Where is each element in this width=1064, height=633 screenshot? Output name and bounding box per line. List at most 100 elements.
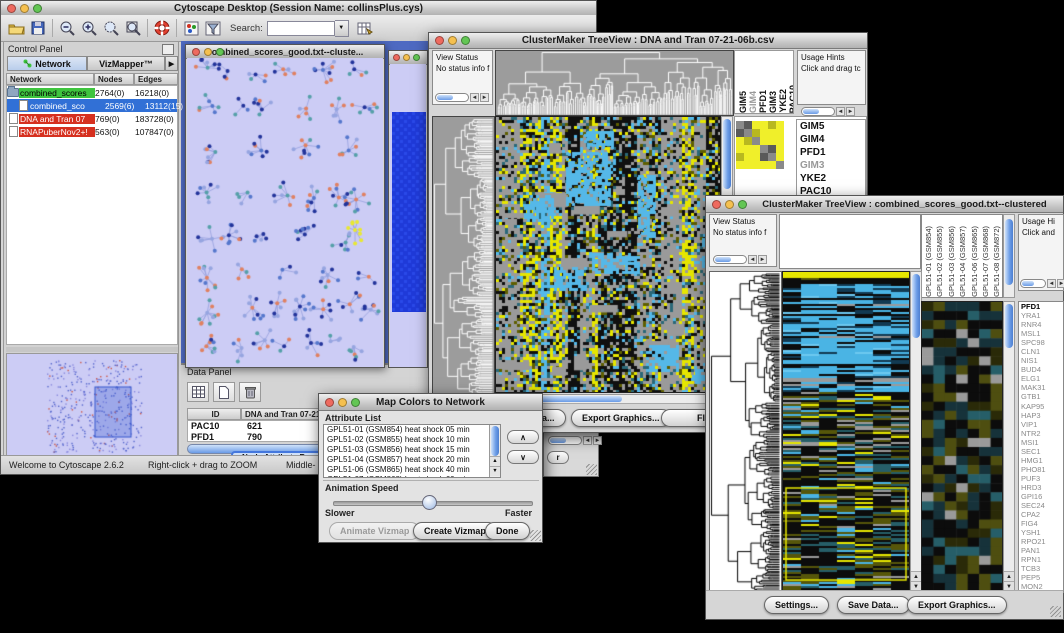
close-button[interactable] bbox=[7, 4, 16, 13]
close-button[interactable] bbox=[393, 54, 400, 61]
tv2-gene-label[interactable]: MSL1 bbox=[1019, 329, 1063, 338]
new-attribute-button[interactable] bbox=[213, 382, 235, 402]
tv2-gene-label[interactable]: ELG1 bbox=[1019, 374, 1063, 383]
dialog-title-bar[interactable]: Map Colors to Network bbox=[319, 394, 542, 411]
zoom-button[interactable] bbox=[413, 54, 420, 61]
search-input[interactable] bbox=[267, 21, 335, 36]
row-val-0[interactable]: 621 bbox=[247, 421, 307, 431]
tv2-gene-label[interactable]: SPC98 bbox=[1019, 338, 1063, 347]
row-id-0[interactable]: PAC10 bbox=[191, 421, 239, 431]
tab-network[interactable]: Network bbox=[7, 56, 87, 71]
zoom-selected-button[interactable] bbox=[100, 18, 122, 38]
tv2-gene-label[interactable]: CPA2 bbox=[1019, 510, 1063, 519]
scroll-right-icon[interactable]: ► bbox=[480, 93, 489, 102]
zoom-button[interactable] bbox=[461, 36, 470, 45]
tv1-gene-label[interactable]: GIM4 bbox=[797, 133, 865, 146]
tv2-gene-label[interactable]: YSH1 bbox=[1019, 528, 1063, 537]
tv2-export-graphics-button[interactable]: Export Graphics... bbox=[907, 596, 1007, 614]
row-val-1[interactable]: 790 bbox=[247, 432, 307, 442]
resize-grip[interactable] bbox=[586, 464, 597, 475]
animate-vizmap-button[interactable]: Animate Vizmap bbox=[329, 522, 420, 540]
row-id-1[interactable]: PFD1 bbox=[191, 432, 239, 442]
close-button[interactable] bbox=[712, 200, 721, 209]
select-attributes-button[interactable] bbox=[187, 382, 209, 402]
dp-col-id[interactable]: ID bbox=[187, 408, 241, 420]
attribute-list-item[interactable]: GPL51-04 (GSM857) heat shock 20 min bbox=[324, 455, 488, 465]
tv2-gene-label[interactable]: NIS1 bbox=[1019, 356, 1063, 365]
resize-grip[interactable] bbox=[1050, 606, 1061, 617]
tv2-gene-label[interactable]: FIG4 bbox=[1019, 519, 1063, 528]
minimize-button[interactable] bbox=[448, 36, 457, 45]
scroll-left-icon[interactable]: ◄ bbox=[470, 93, 479, 102]
tv2-gene-label[interactable]: RPO21 bbox=[1019, 537, 1063, 546]
tv2-gene-label[interactable]: PFD1 bbox=[1019, 302, 1063, 311]
tv1-hints-scrollbar[interactable]: ◄ ► bbox=[801, 106, 855, 117]
network-table-row[interactable]: DNA and Tran 07769(0)183728(0) bbox=[7, 112, 177, 125]
close-button[interactable] bbox=[435, 36, 444, 45]
col-header-network[interactable]: Network bbox=[6, 73, 94, 85]
attribute-browser-button[interactable] bbox=[354, 18, 376, 38]
scroll-up-icon[interactable]: ▲ bbox=[490, 456, 500, 466]
tv2-gene-label[interactable]: RNR4 bbox=[1019, 320, 1063, 329]
tv2-row-dendrogram[interactable] bbox=[709, 271, 782, 593]
tv2-gene-label[interactable]: SEC1 bbox=[1019, 447, 1063, 456]
attribute-list-item[interactable]: GPL51-01 (GSM854) heat shock 05 min bbox=[324, 425, 488, 435]
attribute-list-item[interactable]: GPL51-02 (GSM855) heat shock 10 min bbox=[324, 435, 488, 445]
network-view-2-title-bar[interactable] bbox=[389, 51, 427, 65]
network-graph-canvas[interactable] bbox=[187, 58, 383, 367]
tv1-gene-label[interactable]: PFD1 bbox=[797, 146, 865, 159]
zoom-button[interactable] bbox=[216, 48, 224, 56]
tv2-gene-label[interactable]: BUD4 bbox=[1019, 365, 1063, 374]
zoom-button[interactable] bbox=[351, 398, 360, 407]
tv1-row-dendrogram[interactable] bbox=[432, 116, 495, 398]
tv2-gene-label[interactable]: PAN1 bbox=[1019, 546, 1063, 555]
scroll-left-icon[interactable]: ◄ bbox=[583, 436, 592, 445]
tv1-zoom-matrix[interactable] bbox=[736, 121, 784, 169]
tv2-gene-label[interactable]: CLN1 bbox=[1019, 347, 1063, 356]
speed-slider-thumb[interactable] bbox=[422, 495, 437, 510]
dense-network-canvas[interactable] bbox=[392, 112, 426, 312]
tv2-zoom-heatmap[interactable] bbox=[921, 301, 1003, 593]
tv2-settings-button[interactable]: Settings... bbox=[764, 596, 829, 614]
tv2-gene-label[interactable]: GPI16 bbox=[1019, 492, 1063, 501]
scroll-right-icon[interactable]: ► bbox=[593, 436, 602, 445]
panel-splitter[interactable] bbox=[6, 347, 178, 352]
attribute-list-scrollbar[interactable]: ▲ ▼ bbox=[489, 425, 500, 477]
network-canvas-area-2[interactable] bbox=[390, 64, 426, 367]
tv1-gene-label[interactable]: YKE2 bbox=[797, 172, 865, 185]
scroll-right-icon[interactable]: ► bbox=[758, 255, 767, 264]
tv2-gene-label[interactable]: SEC24 bbox=[1019, 501, 1063, 510]
tv1-gene-label[interactable]: GIM5 bbox=[797, 120, 865, 133]
network-view-title-bar[interactable]: combined_scores_good.txt--cluste... bbox=[186, 45, 384, 59]
tab-overflow-button[interactable]: ▶ bbox=[165, 56, 178, 71]
zoom-button[interactable] bbox=[33, 4, 42, 13]
attribute-list-item[interactable]: GPL51-03 (GSM856) heat shock 15 min bbox=[324, 445, 488, 455]
tv2-gene-label[interactable]: KAP95 bbox=[1019, 402, 1063, 411]
scroll-left-icon[interactable]: ◄ bbox=[1047, 279, 1056, 288]
tv2-hints-scrollbar[interactable]: ◄ ► bbox=[1020, 278, 1064, 289]
tv2-save-data-button[interactable]: Save Data... bbox=[837, 596, 910, 614]
tv2-status-scrollbar[interactable]: ◄ ► bbox=[713, 254, 767, 265]
col-header-nodes[interactable]: Nodes bbox=[94, 73, 134, 85]
main-title-bar[interactable]: Cytoscape Desktop (Session Name: collins… bbox=[1, 1, 596, 16]
tv2-gene-label[interactable]: NTR2 bbox=[1019, 429, 1063, 438]
search-dropdown-button[interactable]: ▼ bbox=[335, 20, 349, 37]
tv2-heatmap[interactable] bbox=[782, 271, 910, 593]
move-up-button[interactable]: ∧ bbox=[507, 430, 539, 444]
scroll-left-icon[interactable]: ◄ bbox=[836, 107, 845, 116]
tv2-zoom-vscrollbar[interactable]: ▲ ▼ bbox=[1003, 301, 1015, 593]
tv2-gene-label[interactable]: GTB1 bbox=[1019, 392, 1063, 401]
minimize-button[interactable] bbox=[20, 4, 29, 13]
tv2-gene-label[interactable]: YRA1 bbox=[1019, 311, 1063, 320]
tv2-gene-label[interactable]: PHO81 bbox=[1019, 465, 1063, 474]
minimize-button[interactable] bbox=[403, 54, 410, 61]
network-table-row[interactable]: combined_scores2764(0)16218(0) bbox=[7, 86, 177, 99]
tv2-gene-label[interactable]: PUF3 bbox=[1019, 474, 1063, 483]
tv2-gene-label[interactable]: TCB3 bbox=[1019, 564, 1063, 573]
attribute-list-item[interactable]: GPL51-07 (GSM868) heat shock 60 min bbox=[324, 475, 488, 478]
tv2-gene-label[interactable]: HMG1 bbox=[1019, 456, 1063, 465]
tv2-gene-label[interactable]: MSI1 bbox=[1019, 438, 1063, 447]
vizmapper-button[interactable] bbox=[180, 18, 202, 38]
scroll-down-icon[interactable]: ▼ bbox=[490, 466, 500, 476]
tv2-column-tree-area[interactable] bbox=[779, 214, 921, 269]
